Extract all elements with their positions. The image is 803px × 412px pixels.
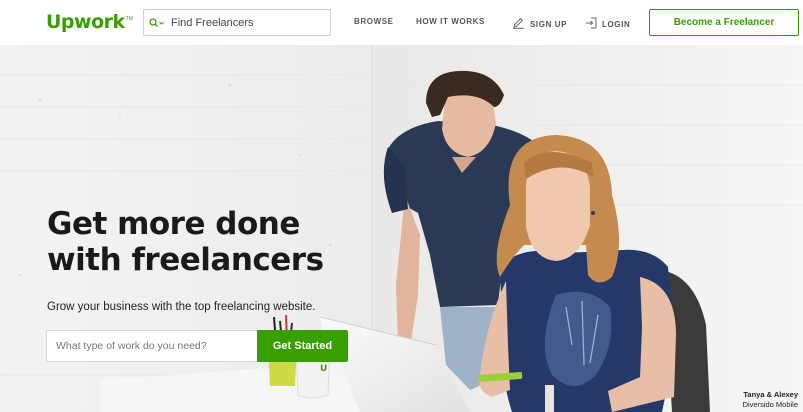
search-icon bbox=[149, 10, 171, 35]
photo-credit: Tanya & Alexey Diversido Mobile bbox=[743, 390, 798, 410]
upwork-logo[interactable]: Upwork TM bbox=[46, 8, 133, 36]
login-label: LOGIN bbox=[602, 19, 631, 29]
photo-credit-names: Tanya & Alexey bbox=[743, 390, 798, 399]
become-freelancer-button[interactable]: Become a Freelancer bbox=[649, 9, 799, 36]
login-icon bbox=[585, 17, 597, 32]
logo-trademark: TM bbox=[125, 16, 133, 22]
logo-text: Upwork bbox=[46, 11, 125, 33]
hero-subtitle: Grow your business with the top freelanc… bbox=[47, 301, 316, 313]
hero-headline: Get more done with freelancers bbox=[47, 206, 324, 278]
search-input[interactable] bbox=[171, 16, 321, 29]
header-search[interactable] bbox=[143, 9, 331, 36]
nav-browse[interactable]: BROWSE bbox=[354, 17, 394, 27]
hero-section: U Get more done with freelancers Grow yo… bbox=[0, 45, 803, 412]
photo-credit-company: Diversido Mobile bbox=[742, 400, 798, 409]
hero-search-form: Get Started bbox=[46, 330, 348, 362]
pencil-icon bbox=[512, 17, 525, 32]
nav-login[interactable]: LOGIN bbox=[585, 17, 630, 32]
nav-sign-up[interactable]: SIGN UP bbox=[512, 17, 567, 32]
top-header: Upwork TM BROWSE HOW IT WORKS SIGN UP bbox=[0, 0, 803, 45]
work-search-input[interactable] bbox=[46, 330, 257, 362]
nav-how-it-works[interactable]: HOW IT WORKS bbox=[416, 17, 485, 27]
sign-up-label: SIGN UP bbox=[530, 19, 568, 29]
get-started-button[interactable]: Get Started bbox=[257, 330, 348, 362]
svg-text:U: U bbox=[320, 364, 327, 374]
